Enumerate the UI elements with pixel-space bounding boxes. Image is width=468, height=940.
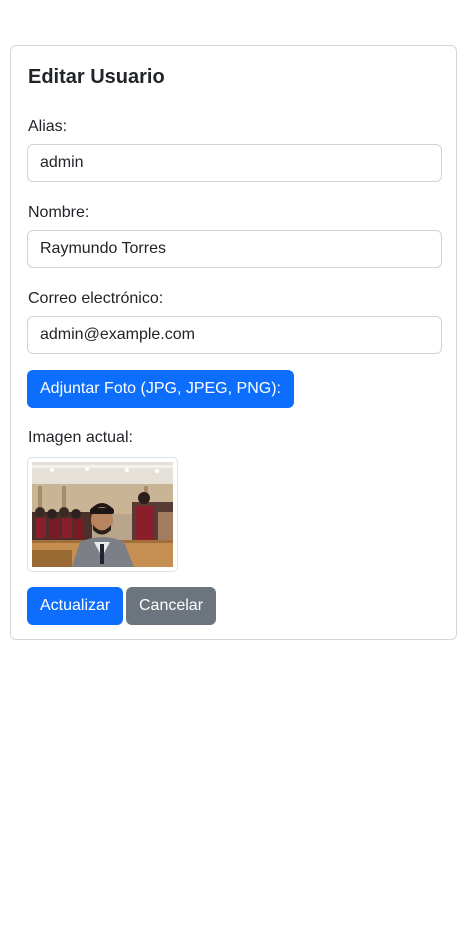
alias-label: Alias: [28,118,68,135]
alias-field[interactable] [27,144,442,182]
current-image-label: Imagen actual: [28,429,133,446]
page-title: Editar Usuario [28,66,165,88]
user-photo-image [32,462,173,567]
edit-user-card: Editar Usuario Alias: Nombre: Correo ele… [10,45,457,640]
current-user-photo [27,457,178,572]
email-label: Correo electrónico: [28,290,164,307]
nombre-label: Nombre: [28,204,90,221]
update-button[interactable]: Actualizar [27,587,124,625]
email-field[interactable] [27,316,442,354]
cancel-button[interactable]: Cancelar [126,587,217,625]
nombre-field[interactable] [27,230,442,268]
attach-photo-button[interactable]: Adjuntar Foto (JPG, JPEG, PNG): [27,370,294,408]
